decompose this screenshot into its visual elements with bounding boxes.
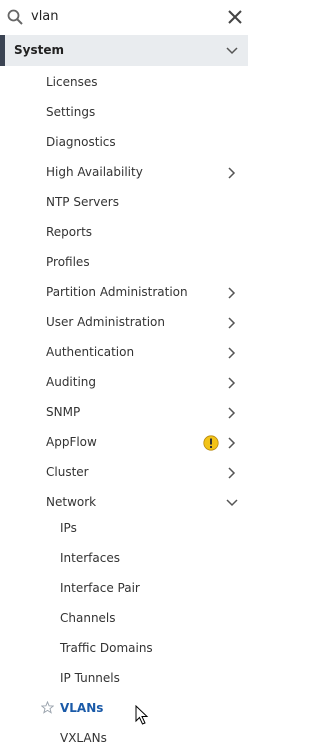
chevron-down-icon[interactable] [225,496,239,510]
nav-item-authentication[interactable]: Authentication [0,340,248,366]
nav-item-profiles[interactable]: Profiles [0,250,248,276]
chevron-right-icon[interactable] [225,316,239,330]
nav-item-label: Auditing [46,375,97,389]
nav-subitem-ip-tunnels[interactable]: IP Tunnels [0,666,248,692]
nav-item-label: Authentication [46,345,135,359]
nav-item-auditing[interactable]: Auditing [0,370,248,396]
nav-item-settings[interactable]: Settings [0,100,248,126]
nav-subitem-ips[interactable]: IPs [0,516,248,542]
nav-subitem-channels[interactable]: Channels [0,606,248,632]
search-icon [7,9,23,25]
nav-item-high-availability[interactable]: High Availability [0,160,248,186]
nav-item-label: Profiles [46,255,90,269]
nav-item-label: AppFlow [46,435,97,449]
search-bar: vlan [0,0,248,34]
nav-item-appflow[interactable]: AppFlow [0,430,248,456]
star-icon[interactable] [41,701,54,714]
nav-subitem-label: IPs [60,521,77,535]
nav-subitem-label: Channels [60,611,116,625]
chevron-right-icon[interactable] [225,166,239,180]
chevron-right-icon[interactable] [225,466,239,480]
nav-item-partition-administration[interactable]: Partition Administration [0,280,248,306]
nav-subitem-label: IP Tunnels [60,671,120,685]
nav-subitem-interfaces[interactable]: Interfaces [0,546,248,572]
nav-item-label: Diagnostics [46,135,116,149]
search-input[interactable]: vlan [31,9,59,24]
nav-subitem-interface-pair[interactable]: Interface Pair [0,576,248,602]
mouse-cursor-icon [135,705,149,725]
nav-item-label: Licenses [46,75,98,89]
nav-item-label: Settings [46,105,96,119]
nav-item-cluster[interactable]: Cluster [0,460,248,486]
nav-subitem-vlans[interactable]: VLANs [0,696,248,722]
nav-item-reports[interactable]: Reports [0,220,248,246]
nav-item-label: Cluster [46,465,89,479]
nav-item-user-administration[interactable]: User Administration [0,310,248,336]
chevron-right-icon[interactable] [225,436,239,450]
chevron-right-icon[interactable] [225,376,239,390]
nav-subitem-label: Interfaces [60,551,120,565]
nav-item-ntp-servers[interactable]: NTP Servers [0,190,248,216]
nav-item-network[interactable]: Network [0,490,248,516]
nav-item-diagnostics[interactable]: Diagnostics [0,130,248,156]
chevron-right-icon[interactable] [225,286,239,300]
nav-item-label: Reports [46,225,93,239]
nav-item-label: Network [46,495,97,509]
chevron-right-icon[interactable] [225,346,239,360]
nav-item-label: User Administration [46,315,165,329]
nav-item-label: Partition Administration [46,285,188,299]
nav-item-licenses[interactable]: Licenses [0,70,248,96]
nav-subitem-label: VXLANs [60,731,107,745]
section-title: System [14,43,64,57]
close-icon[interactable] [226,8,244,26]
nav-subitem-label: Interface Pair [60,581,140,595]
nav-item-label: SNMP [46,405,81,419]
nav-subitem-label: Traffic Domains [60,641,153,655]
nav-item-snmp[interactable]: SNMP [0,400,248,426]
nav-subitem-vxlans[interactable]: VXLANs [0,726,248,752]
nav-item-label: High Availability [46,165,143,179]
nav-item-label: NTP Servers [46,195,119,209]
warning-icon [203,435,219,451]
chevron-right-icon[interactable] [225,406,239,420]
nav-subitem-traffic-domains[interactable]: Traffic Domains [0,636,248,662]
nav-subitem-label: VLANs [60,701,104,715]
section-system[interactable]: System [0,35,248,66]
chevron-down-icon[interactable] [225,44,239,58]
